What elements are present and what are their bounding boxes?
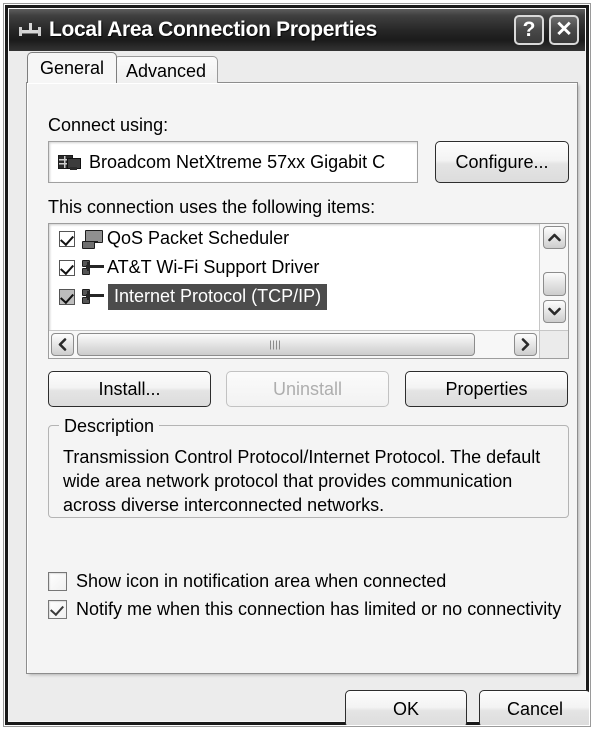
titlebar: Local Area Connection Properties ? ✕ [9,9,585,51]
properties-button[interactable]: Properties [405,371,568,407]
notify-checkbox[interactable] [48,600,67,619]
item-label: AT&T Wi-Fi Support Driver [107,257,320,277]
cancel-button[interactable]: Cancel [479,690,589,725]
notify-checkbox-row[interactable]: Notify me when this connection has limit… [48,599,561,620]
show-icon-checkbox-row[interactable]: Show icon in notification area when conn… [48,571,446,592]
vertical-scroll-thumb[interactable] [543,272,566,296]
scrollbar-corner [539,330,568,358]
dialog-inner-frame: Local Area Connection Properties ? ✕ Gen… [8,8,589,725]
chevron-up-icon [548,233,561,242]
scroll-right-icon[interactable] [514,333,537,356]
components-listbox[interactable]: QoS Packet Scheduler AT&T Wi-Fi Support … [48,223,569,359]
protocol-icon [82,258,104,277]
notify-checkbox-label: Notify me when this connection has limit… [76,599,562,619]
close-button[interactable]: ✕ [549,15,579,45]
titlebar-buttons: ? ✕ [514,15,579,45]
description-text: Transmission Control Protocol/Internet P… [63,447,541,515]
configure-button[interactable]: Configure... [435,141,569,183]
network-adapter-icon [58,153,81,171]
chevron-right-icon [521,338,530,351]
install-button[interactable]: Install... [48,371,211,407]
properties-dialog: Local Area Connection Properties ? ✕ Gen… [4,4,590,726]
list-item[interactable]: QoS Packet Scheduler [49,224,539,253]
tabstrip: General Advanced [9,51,585,83]
chevron-left-icon [58,338,67,351]
list-item[interactable]: AT&T Wi-Fi Support Driver [49,253,539,282]
item-checkbox[interactable] [59,288,75,305]
vertical-scrollbar[interactable] [539,224,568,330]
window-title: Local Area Connection Properties [49,18,378,41]
scroll-down-icon[interactable] [543,300,566,323]
adapter-field[interactable]: Broadcom NetXtreme 57xx Gigabit C [48,141,418,183]
items-label: This connection uses the following items… [48,197,376,217]
description-title: Description [59,416,160,437]
scroll-left-icon[interactable] [51,333,74,356]
protocol-icon [82,287,104,306]
help-button[interactable]: ? [514,15,544,45]
tab-advanced[interactable]: Advanced [114,56,219,83]
ok-button[interactable]: OK [345,690,467,725]
show-icon-checkbox[interactable] [48,572,67,591]
scroll-up-icon[interactable] [543,226,566,249]
item-label: QoS Packet Scheduler [107,228,290,248]
show-icon-checkbox-label: Show icon in notification area when conn… [76,571,447,591]
computer-icon [82,229,104,249]
horizontal-scrollbar[interactable] [49,330,539,358]
list-item[interactable]: Internet Protocol (TCP/IP) [49,282,539,311]
network-connection-icon [19,19,41,41]
item-checkbox[interactable] [59,259,75,276]
chevron-down-icon [548,307,561,316]
connect-using-label: Connect using: [48,115,169,135]
adapter-name: Broadcom NetXtreme 57xx Gigabit C [89,151,386,172]
uninstall-button: Uninstall [226,371,389,407]
item-checkbox[interactable] [59,230,75,247]
components-list: QoS Packet Scheduler AT&T Wi-Fi Support … [49,224,539,330]
horizontal-scroll-thumb[interactable] [77,333,475,356]
tab-general[interactable]: General [27,52,118,83]
tab-page-general: Connect using: Broadcom NetXtreme 57xx G… [26,82,578,674]
item-label-selected: Internet Protocol (TCP/IP) [108,283,328,310]
